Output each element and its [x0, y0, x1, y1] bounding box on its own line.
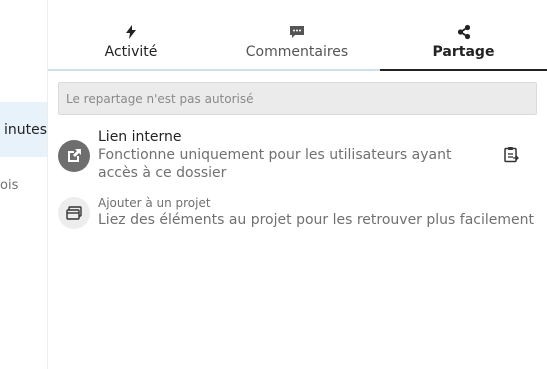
file-row-modified-text: ois — [0, 177, 19, 193]
copy-internal-link-button[interactable] — [500, 145, 522, 167]
external-link-icon — [58, 140, 90, 172]
add-to-project-description: Liez des éléments au projet pour les ret… — [98, 212, 534, 228]
comment-icon — [289, 23, 305, 41]
internal-link-entry: Lien interne Fonctionne uniquement pour … — [58, 128, 538, 184]
resharing-notice: Le repartage n'est pas autorisé — [58, 82, 537, 115]
project-icon — [58, 197, 90, 229]
file-list-row-selected[interactable]: inutes — [0, 102, 47, 157]
clipboard-icon — [503, 146, 519, 167]
share-icon — [456, 23, 472, 41]
tab-comments-label: Commentaires — [245, 44, 349, 60]
resharing-notice-text: Le repartage n'est pas autorisé — [66, 91, 254, 106]
details-sidebar: Activité Commentaires Partage Le reparta… — [48, 0, 547, 369]
sidebar-tabs: Activité Commentaires Partage — [48, 18, 547, 71]
internal-link-text: Lien interne Fonctionne uniquement pour … — [98, 128, 488, 182]
file-row-modified-text: inutes — [3, 121, 47, 138]
tab-activity[interactable]: Activité — [48, 18, 214, 71]
tab-comments[interactable]: Commentaires — [214, 18, 380, 71]
file-list-row[interactable]: ois — [0, 170, 47, 200]
add-to-project-title: Ajouter à un projet — [98, 196, 211, 210]
add-to-project-entry[interactable]: Ajouter à un projet Liez des éléments au… — [58, 195, 538, 235]
file-list-pane: inutes ois — [0, 0, 48, 369]
tab-sharing[interactable]: Partage — [380, 18, 547, 71]
tab-activity-label: Activité — [104, 44, 158, 60]
tab-sharing-label: Partage — [432, 44, 495, 60]
add-to-project-text: Ajouter à un projet Liez des éléments au… — [98, 195, 534, 229]
lightning-icon — [125, 23, 137, 41]
internal-link-title: Lien interne — [98, 129, 182, 145]
internal-link-description: Fonctionne uniquement pour les utilisate… — [98, 147, 452, 181]
